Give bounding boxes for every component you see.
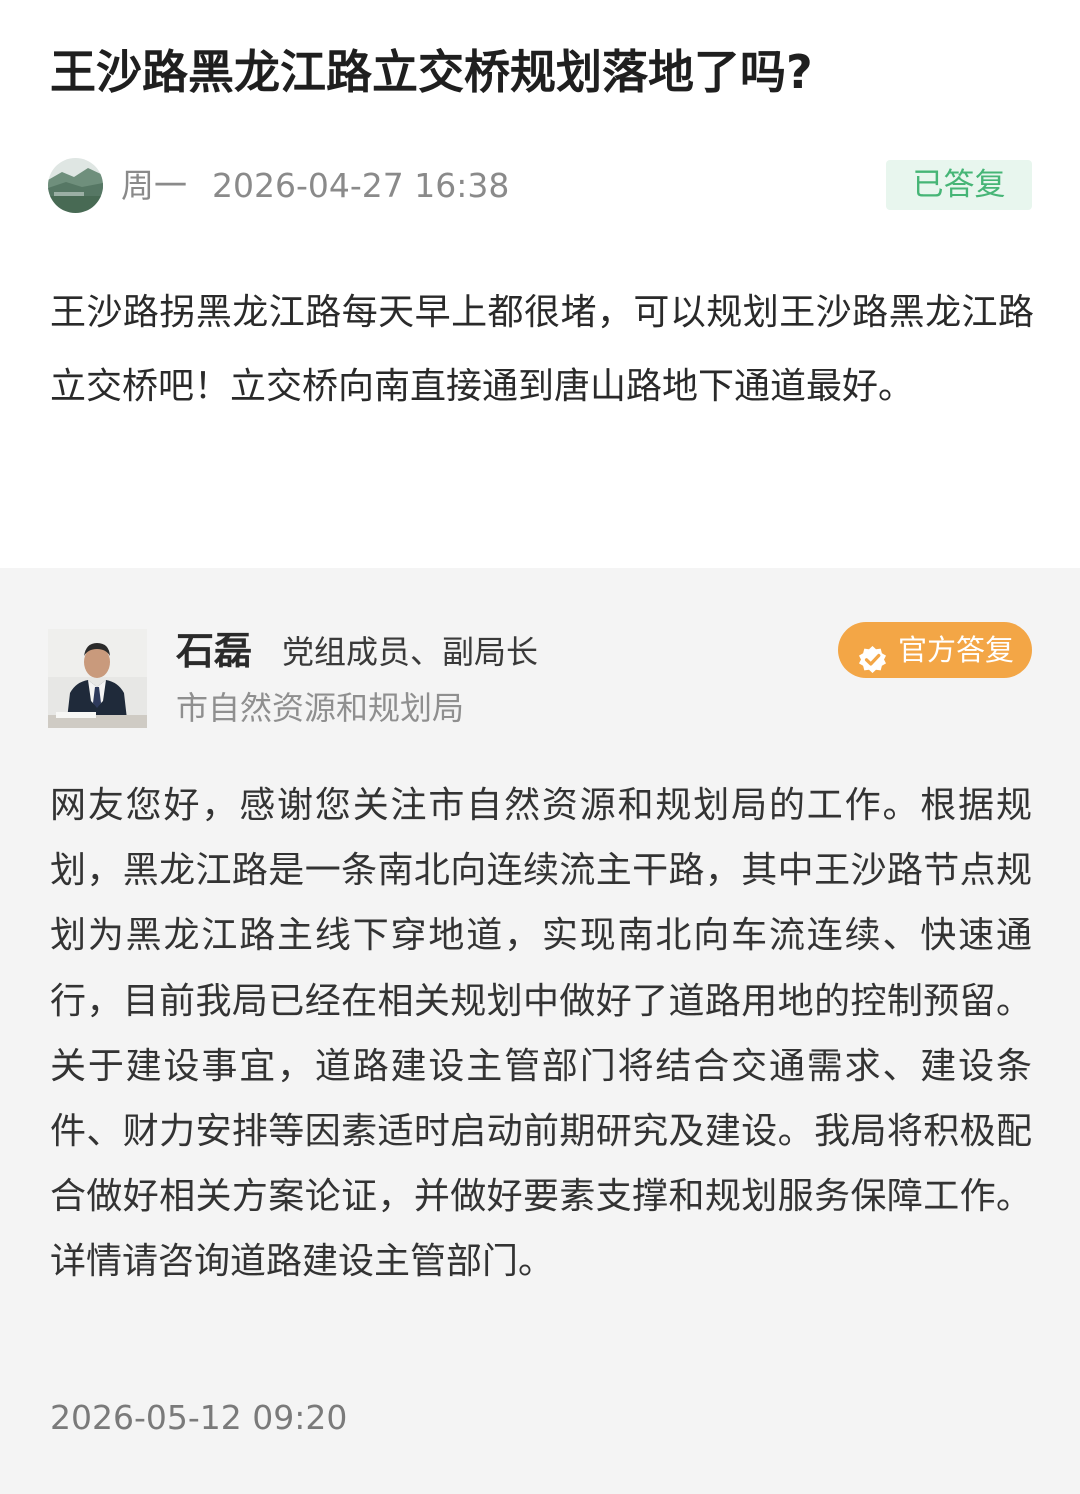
department-name: 市自然资源和规划局: [176, 689, 465, 727]
verified-check-icon: [858, 636, 887, 673]
official-title: 党组成员、副局长: [282, 633, 539, 671]
status-badge: 已答复: [886, 160, 1032, 210]
official-name: 石磊: [176, 629, 253, 673]
question-title: 王沙路黑龙江路立交桥规划落地了吗?: [50, 45, 813, 99]
answer-body: 网友您好，感谢您关注市自然资源和规划局的工作。根据规划，黑龙江路是一条南北向连续…: [50, 785, 1032, 1283]
reply-timestamp: 2026-05-12 09:20: [50, 1398, 348, 1437]
answer-section: 石磊 党组成员、副局长 市自然资源和规划局 官方答复 网友您好，感谢您关注市自然…: [0, 568, 1080, 1494]
ask-timestamp: 2026-04-27 16:38: [212, 166, 510, 205]
official-portrait-photo: [48, 629, 147, 728]
question-section: 王沙路黑龙江路立交桥规划落地了吗? 周一 2026-04-27 16:38 已答…: [0, 0, 1080, 568]
official-reply-label: 官方答复: [898, 633, 1015, 667]
asker-name[interactable]: 周一: [121, 164, 187, 208]
question-body: 王沙路拐黑龙江路每天早上都很堵，可以规划王沙路黑龙江路立交桥吧！立交桥向南直接通…: [50, 292, 1034, 407]
page: 王沙路黑龙江路立交桥规划落地了吗? 周一 2026-04-27 16:38 已答…: [0, 0, 1080, 1494]
landscape-avatar-icon[interactable]: [48, 158, 103, 213]
official-reply-badge: 官方答复: [838, 622, 1032, 678]
